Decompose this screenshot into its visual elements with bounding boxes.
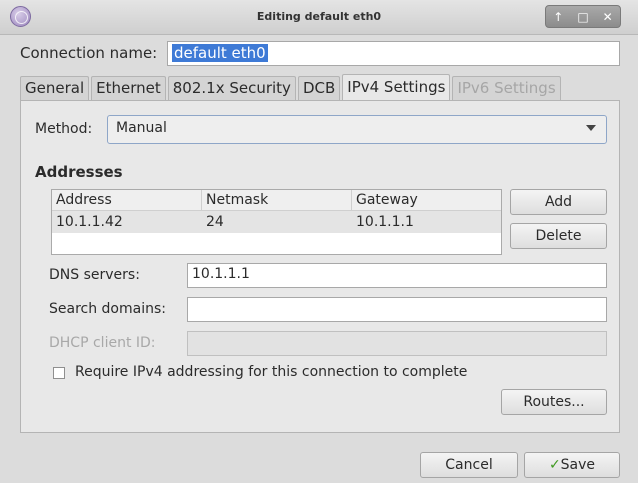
tab-ipv4-settings[interactable]: IPv4 Settings [342,74,451,100]
cancel-button[interactable]: Cancel [420,452,518,478]
window-controls: ↑ □ ✕ [545,5,621,28]
keep-above-icon[interactable]: ↑ [548,7,568,27]
title-bar: Editing default eth0 ↑ □ ✕ [0,0,638,35]
dhcp-client-id-label: DHCP client ID: [49,335,156,351]
cell-gateway[interactable]: 10.1.1.1 [352,211,501,233]
column-header-gateway[interactable]: Gateway [352,190,501,210]
checkmark-icon: ✓ [548,457,561,473]
table-header-row: Address Netmask Gateway [52,190,501,211]
dns-servers-label: DNS servers: [49,267,140,283]
maximize-icon[interactable]: □ [573,7,593,27]
method-label: Method: [35,121,93,137]
addresses-heading: Addresses [35,163,123,181]
tab-general[interactable]: General [20,76,90,100]
save-button[interactable]: ✓Save [524,452,620,478]
require-ipv4-label[interactable]: Require IPv4 addressing for this connect… [75,364,467,380]
delete-address-button[interactable]: Delete [510,223,607,249]
cell-netmask[interactable]: 24 [202,211,352,233]
tab-ethernet[interactable]: Ethernet [91,76,166,100]
close-icon[interactable]: ✕ [598,7,618,27]
tab-8021x-security[interactable]: 802.1x Security [167,76,296,100]
tab-dcb[interactable]: DCB [297,76,341,100]
add-address-button[interactable]: Add [510,189,607,215]
method-value: Manual [116,120,167,136]
search-domains-label: Search domains: [49,301,166,317]
tab-ipv6-settings: IPv6 Settings [452,76,561,100]
connection-name-value: default eth0 [172,44,268,62]
chevron-down-icon [586,125,596,131]
require-ipv4-checkbox[interactable] [53,367,65,379]
window-title: Editing default eth0 [256,10,382,23]
tab-bar: General Ethernet 802.1x Security DCB IPv… [20,74,563,100]
connection-name-input[interactable]: default eth0 [167,41,620,66]
addresses-table[interactable]: Address Netmask Gateway 10.1.1.42 24 10.… [51,189,502,255]
method-select[interactable]: Manual [107,115,607,144]
search-domains-input[interactable] [187,297,607,322]
column-header-address[interactable]: Address [52,190,202,210]
cell-address[interactable]: 10.1.1.42 [52,211,202,233]
column-header-netmask[interactable]: Netmask [202,190,352,210]
ipv4-settings-panel: Method: Manual Addresses Address Netmask… [20,100,620,433]
table-row[interactable]: 10.1.1.42 24 10.1.1.1 [52,211,501,233]
save-label: Save [560,457,596,473]
dhcp-client-id-input [187,331,607,356]
routes-button[interactable]: Routes... [501,389,607,415]
dns-servers-input[interactable]: 10.1.1.1 [187,263,607,288]
connection-name-label: Connection name: [20,44,158,62]
